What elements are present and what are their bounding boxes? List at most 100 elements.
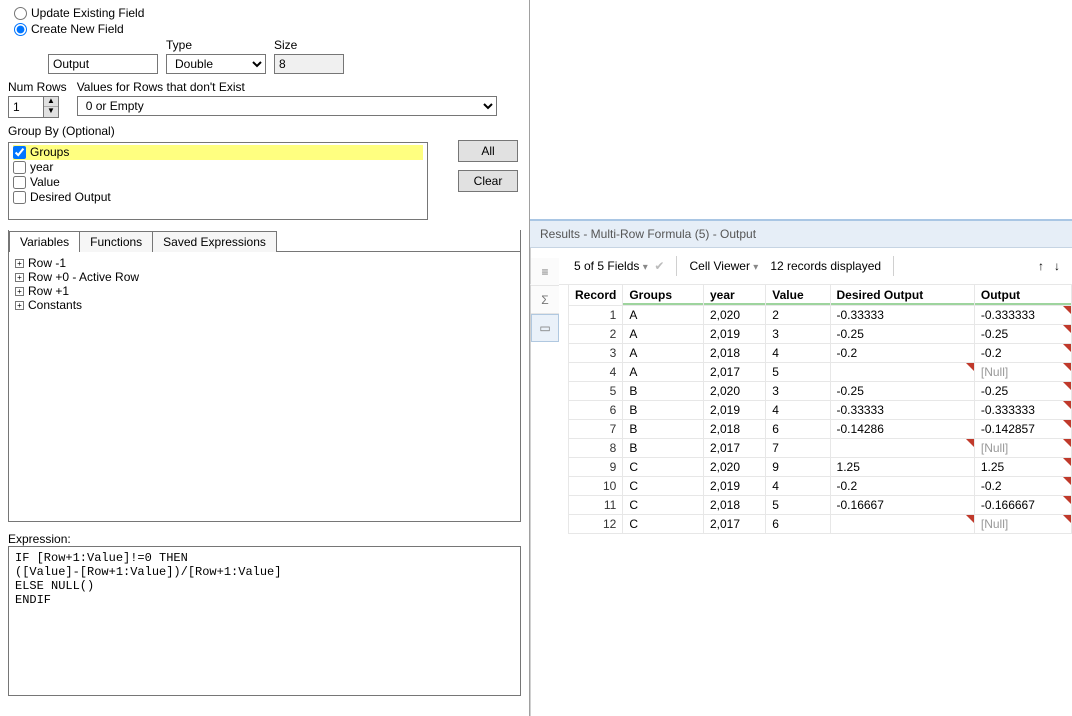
table-cell[interactable]: -0.2: [974, 344, 1071, 363]
table-cell[interactable]: 2,017: [703, 515, 765, 534]
groupby-checkbox-desired output[interactable]: [13, 191, 26, 204]
messages-view-icon[interactable]: ≡: [531, 258, 559, 286]
table-cell[interactable]: 2,019: [703, 325, 765, 344]
table-cell[interactable]: 2,018: [703, 344, 765, 363]
table-cell[interactable]: C: [623, 496, 704, 515]
tree-expand-icon[interactable]: +: [15, 301, 24, 310]
table-cell[interactable]: 1: [569, 306, 623, 325]
column-header[interactable]: Record: [569, 285, 623, 306]
table-cell[interactable]: -0.2: [830, 477, 974, 496]
table-row[interactable]: 9C2,02091.251.25: [569, 458, 1072, 477]
table-row[interactable]: 8B2,0177 [Null]: [569, 439, 1072, 458]
table-cell[interactable]: [Null]: [974, 439, 1071, 458]
table-cell[interactable]: 7: [766, 439, 830, 458]
data-view-icon[interactable]: ▭: [531, 314, 559, 342]
table-row[interactable]: 2A2,0193-0.25-0.25: [569, 325, 1072, 344]
tab-variables[interactable]: Variables: [9, 231, 80, 252]
table-cell[interactable]: 2,020: [703, 382, 765, 401]
table-cell[interactable]: 2,019: [703, 401, 765, 420]
table-cell[interactable]: 2,018: [703, 496, 765, 515]
column-header[interactable]: year: [703, 285, 765, 306]
table-cell[interactable]: -0.2: [830, 344, 974, 363]
summary-view-icon[interactable]: Σ: [531, 286, 559, 314]
table-cell[interactable]: 2,018: [703, 420, 765, 439]
table-cell[interactable]: A: [623, 363, 704, 382]
tree-node-label[interactable]: Row +0 - Active Row: [28, 270, 139, 284]
table-cell[interactable]: 5: [766, 496, 830, 515]
update-existing-radio[interactable]: [14, 7, 27, 20]
table-cell[interactable]: 4: [766, 344, 830, 363]
table-cell[interactable]: 2: [766, 306, 830, 325]
table-cell[interactable]: B: [623, 382, 704, 401]
table-cell[interactable]: A: [623, 306, 704, 325]
table-row[interactable]: 4A2,0175[Null]: [569, 363, 1072, 382]
table-cell[interactable]: 10: [569, 477, 623, 496]
table-cell[interactable]: 6: [569, 401, 623, 420]
numrows-input[interactable]: [8, 96, 44, 118]
groupby-checkbox-year[interactable]: [13, 161, 26, 174]
table-cell[interactable]: -0.166667: [974, 496, 1071, 515]
variables-tree[interactable]: +Row -1+Row +0 - Active Row+Row +1+Const…: [9, 251, 520, 521]
table-cell[interactable]: 8: [569, 439, 623, 458]
results-grid[interactable]: RecordGroupsyearValueDesired OutputOutpu…: [568, 285, 1072, 534]
table-cell[interactable]: 9: [766, 458, 830, 477]
nav-down-icon[interactable]: ↓: [1054, 259, 1060, 273]
table-row[interactable]: 7B2,0186-0.14286-0.142857: [569, 420, 1072, 439]
table-row[interactable]: 3A2,0184-0.2-0.2: [569, 344, 1072, 363]
table-cell[interactable]: 1.25: [974, 458, 1071, 477]
table-cell[interactable]: -0.333333: [974, 401, 1071, 420]
groupby-clear-button[interactable]: Clear: [458, 170, 518, 192]
table-row[interactable]: 10C2,0194-0.2-0.2: [569, 477, 1072, 496]
table-cell[interactable]: 7: [569, 420, 623, 439]
tree-node-label[interactable]: Constants: [28, 298, 82, 312]
table-row[interactable]: 11C2,0185-0.16667-0.166667: [569, 496, 1072, 515]
table-cell[interactable]: B: [623, 401, 704, 420]
table-cell[interactable]: -0.14286: [830, 420, 974, 439]
table-cell[interactable]: 9: [569, 458, 623, 477]
tree-node-label[interactable]: Row -1: [28, 256, 66, 270]
table-cell[interactable]: 2,020: [703, 458, 765, 477]
numrows-spinner[interactable]: ▲▼: [44, 96, 59, 118]
fields-dropdown[interactable]: 5 of 5 Fields ▾ ✔: [574, 259, 664, 273]
type-select[interactable]: Double: [166, 54, 266, 74]
workflow-canvas[interactable]: 12 192b IF [Row+1:Value]!=0 THEN ([Value…: [530, 0, 1072, 220]
table-cell[interactable]: 2,017: [703, 439, 765, 458]
expression-editor[interactable]: IF [Row+1:Value]!=0 THEN ([Value]-[Row+1…: [8, 546, 521, 696]
table-cell[interactable]: -0.142857: [974, 420, 1071, 439]
table-cell[interactable]: -0.25: [830, 382, 974, 401]
groupby-checkbox-value[interactable]: [13, 176, 26, 189]
table-cell[interactable]: -0.25: [974, 325, 1071, 344]
column-header[interactable]: Value: [766, 285, 830, 306]
groupby-checkbox-groups[interactable]: [13, 146, 26, 159]
table-cell[interactable]: [Null]: [974, 515, 1071, 534]
table-cell[interactable]: C: [623, 515, 704, 534]
column-header[interactable]: Output: [974, 285, 1071, 306]
groupby-listbox[interactable]: GroupsyearValueDesired Output: [8, 142, 428, 220]
table-row[interactable]: 12C2,0176[Null]: [569, 515, 1072, 534]
table-row[interactable]: 5B2,0203-0.25-0.25: [569, 382, 1072, 401]
column-header[interactable]: Desired Output: [830, 285, 974, 306]
nav-up-icon[interactable]: ↑: [1038, 259, 1044, 273]
column-header[interactable]: Groups: [623, 285, 704, 306]
table-cell[interactable]: [Null]: [974, 363, 1071, 382]
table-cell[interactable]: B: [623, 439, 704, 458]
create-new-radio[interactable]: [14, 23, 27, 36]
cellviewer-dropdown[interactable]: Cell Viewer ▾: [689, 259, 758, 273]
table-cell[interactable]: 5: [569, 382, 623, 401]
groupby-all-button[interactable]: All: [458, 140, 518, 162]
tree-node-label[interactable]: Row +1: [28, 284, 69, 298]
table-row[interactable]: 1A2,0202-0.33333-0.333333: [569, 306, 1072, 325]
table-cell[interactable]: 4: [766, 401, 830, 420]
table-cell[interactable]: [830, 439, 974, 458]
tab-saved expressions[interactable]: Saved Expressions: [152, 231, 277, 252]
table-cell[interactable]: 6: [766, 420, 830, 439]
table-cell[interactable]: -0.33333: [830, 401, 974, 420]
table-cell[interactable]: 3: [569, 344, 623, 363]
table-cell[interactable]: [830, 363, 974, 382]
table-cell[interactable]: -0.33333: [830, 306, 974, 325]
table-cell[interactable]: -0.25: [974, 382, 1071, 401]
table-cell[interactable]: 3: [766, 382, 830, 401]
table-cell[interactable]: 3: [766, 325, 830, 344]
table-row[interactable]: 6B2,0194-0.33333-0.333333: [569, 401, 1072, 420]
table-cell[interactable]: 12: [569, 515, 623, 534]
